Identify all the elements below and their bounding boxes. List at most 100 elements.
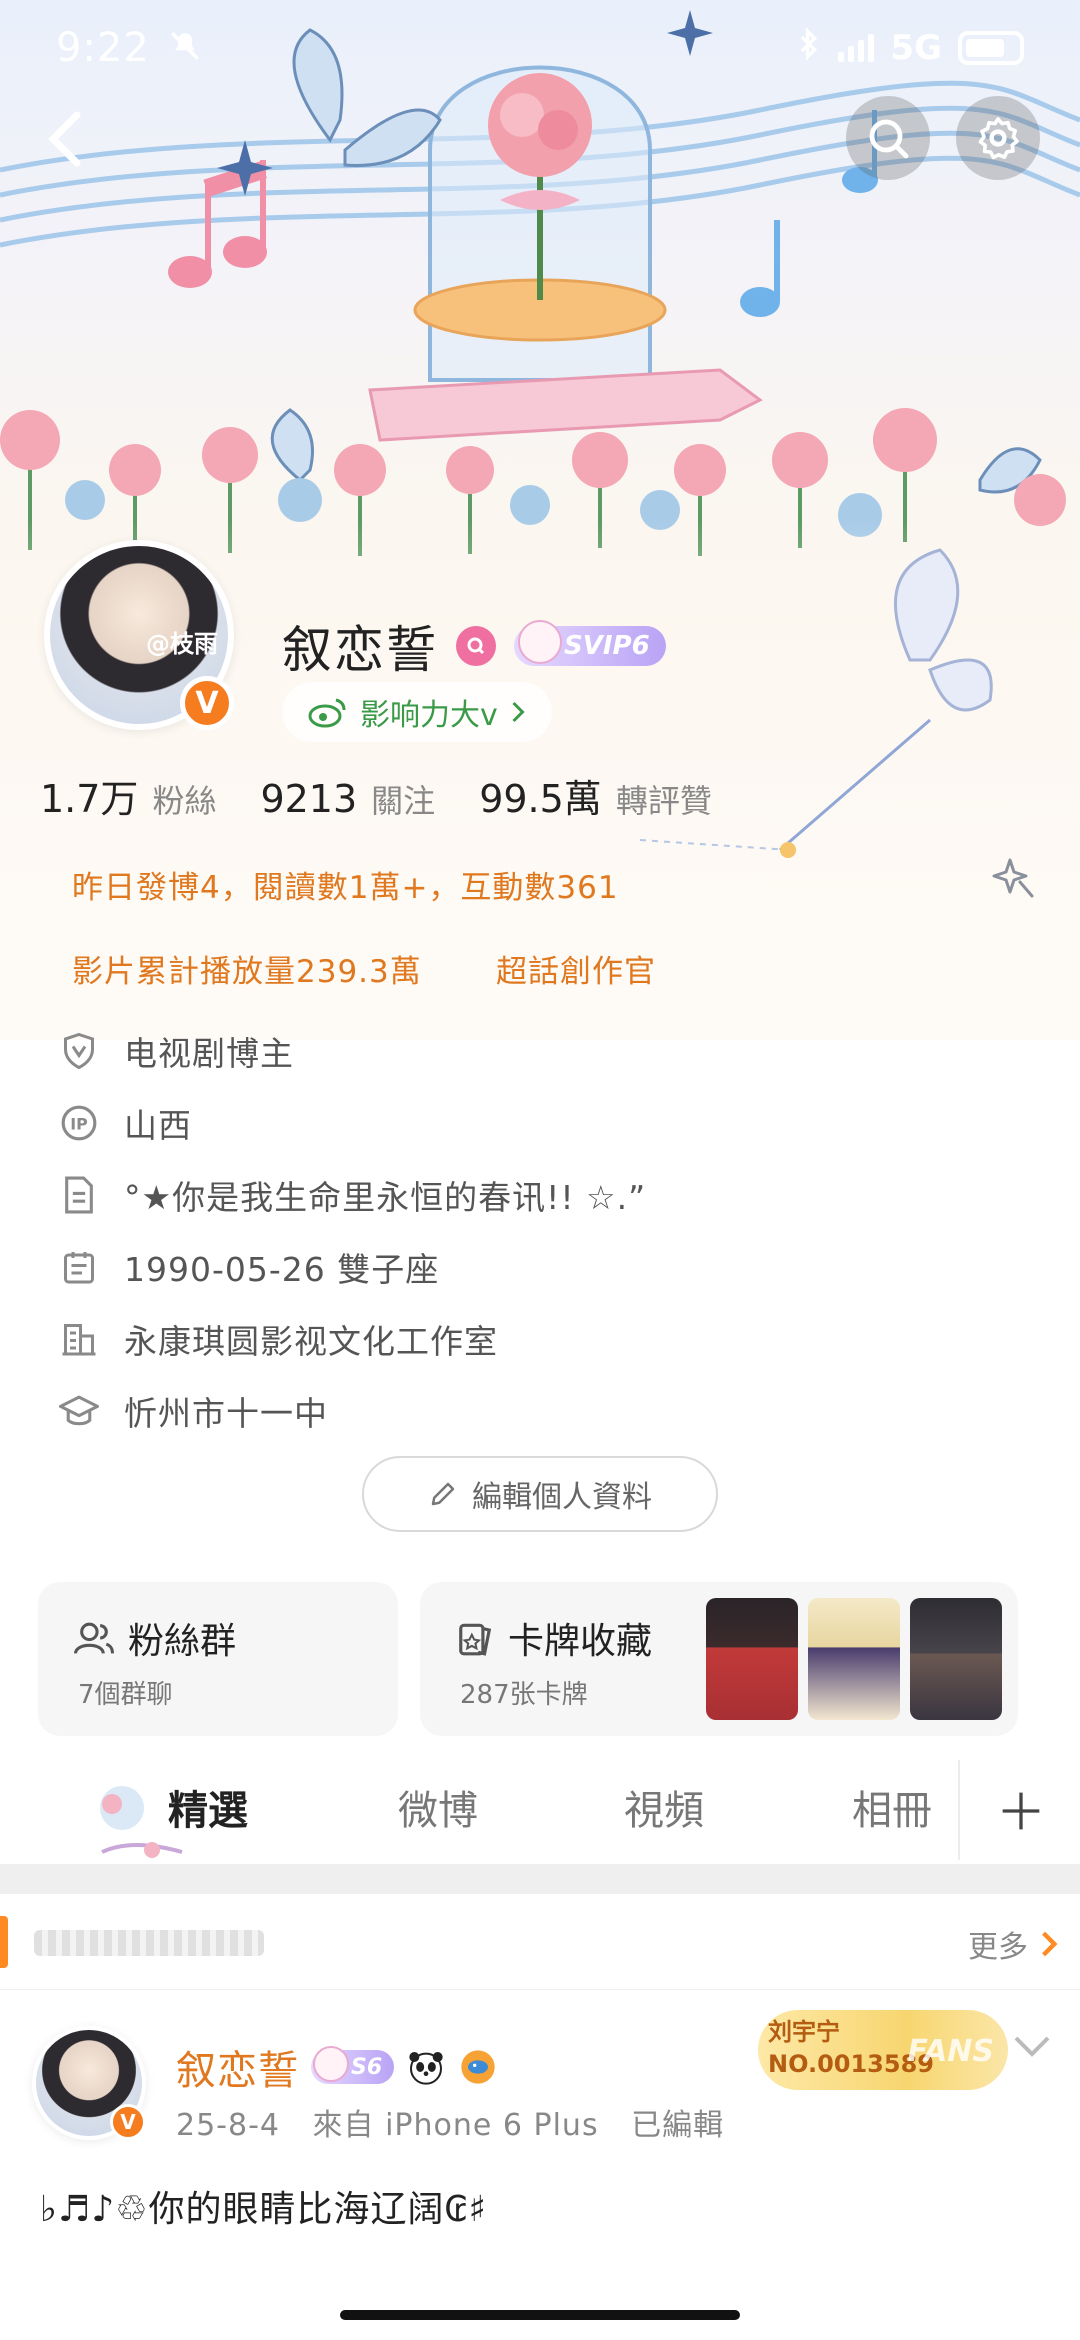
edit-profile-button[interactable]: 編輯個人資料 bbox=[362, 1456, 718, 1532]
panda-icon bbox=[406, 2047, 447, 2087]
interactions-label: 轉評贊 bbox=[615, 782, 712, 820]
search-user-icon[interactable] bbox=[456, 626, 496, 666]
interactions-count: 99.5萬 bbox=[479, 777, 602, 821]
signal-icon bbox=[838, 34, 875, 62]
building-icon bbox=[58, 1318, 100, 1360]
network-type: 5G bbox=[890, 28, 942, 68]
info-text: 1990-05-26 雙子座 bbox=[124, 1250, 440, 1289]
fan-group-title: 粉絲群 bbox=[128, 1621, 237, 1662]
content-tabs: 精選 微博 視頻 相冊 bbox=[0, 1760, 1080, 1864]
influence-badge[interactable]: 影响力大v bbox=[282, 682, 552, 742]
level-label: S6 bbox=[351, 2054, 383, 2080]
stat-following[interactable]: 9213 關注 bbox=[260, 776, 435, 822]
calendar-icon bbox=[58, 1246, 100, 1288]
tab-albums[interactable]: 相冊 bbox=[852, 1778, 932, 1836]
post-avatar[interactable]: V bbox=[32, 2026, 146, 2140]
info-row-category: 电视剧博主 bbox=[58, 1015, 1038, 1087]
card-thumbnail[interactable] bbox=[808, 1598, 900, 1720]
fan-group-title-row: 粉絲群 bbox=[74, 1612, 236, 1664]
avatar-watermark: @枝雨 bbox=[146, 630, 218, 658]
following-label: 關注 bbox=[371, 782, 436, 820]
info-row-bio: °★你是我生命里永恒的春讯!! ☆.” bbox=[58, 1159, 1038, 1231]
post-edited[interactable]: 已編輯 bbox=[631, 2108, 724, 2143]
stat-followers[interactable]: 1.7万 粉絲 bbox=[40, 768, 216, 823]
name-row: 叙恋誓 SVIP6 bbox=[282, 610, 666, 682]
svg-text:IP: IP bbox=[70, 1114, 88, 1133]
document-icon bbox=[58, 1174, 100, 1216]
back-button[interactable] bbox=[30, 104, 100, 174]
fish-badge-icon bbox=[458, 2047, 498, 2087]
info-text: 忻州市十一中 bbox=[124, 1394, 328, 1433]
gear-icon bbox=[978, 117, 1019, 160]
video-plays[interactable]: 影片累計播放量239.3萬 bbox=[72, 946, 422, 991]
super-topic-creator[interactable]: 超話創作官 bbox=[496, 946, 656, 991]
verified-v-icon: V bbox=[110, 2104, 146, 2140]
post-card[interactable]: V 叙恋誓 S6 25-8-4 來自 iPhone 6 Plus 已編輯 刘宇宁… bbox=[0, 1990, 1080, 2290]
post-author[interactable]: 叙恋誓 bbox=[176, 2038, 299, 2096]
search-button[interactable] bbox=[846, 96, 930, 180]
following-count: 9213 bbox=[260, 777, 358, 821]
post-meta: 25-8-4 來自 iPhone 6 Plus 已編輯 bbox=[176, 2100, 746, 2144]
pencil-icon bbox=[431, 1482, 455, 1506]
plus-icon bbox=[1002, 1792, 1040, 1830]
ip-icon: IP bbox=[58, 1102, 100, 1144]
post-source[interactable]: 來自 iPhone 6 Plus bbox=[313, 2108, 599, 2143]
stat-interactions[interactable]: 99.5萬 轉評贊 bbox=[479, 768, 712, 823]
blurred-title bbox=[34, 1930, 264, 1956]
fans-card-badge[interactable]: 刘宇宁 NO.0013589 FANS bbox=[758, 2010, 1008, 2090]
add-tab-button[interactable] bbox=[988, 1778, 1054, 1844]
home-indicator[interactable] bbox=[340, 2310, 740, 2320]
info-text: 永康琪圆影视文化工作室 bbox=[124, 1322, 498, 1361]
graduation-cap-icon bbox=[58, 1390, 100, 1432]
mute-bell-icon bbox=[168, 29, 202, 67]
pinned-accent bbox=[0, 1916, 8, 1968]
fan-group-card[interactable]: 粉絲群 7個群聊 bbox=[38, 1582, 398, 1736]
bluetooth-icon bbox=[796, 26, 822, 70]
status-bar: 9:22 5G bbox=[0, 0, 1080, 96]
profile-avatar[interactable]: @枝雨 V bbox=[44, 540, 234, 730]
info-row-ip: IP 山西 bbox=[58, 1087, 1038, 1159]
fan-group-subtitle: 7個群聊 bbox=[78, 1680, 173, 1710]
followers-count: 1.7万 bbox=[40, 777, 139, 821]
profile-page: 9:22 5G @枝雨 V 叙恋誓 SVIP6 影响力大v 1.7万 粉絲 92… bbox=[0, 0, 1080, 2340]
svip-level-badge[interactable]: S6 bbox=[311, 2046, 395, 2084]
card-thumbnail[interactable] bbox=[706, 1598, 798, 1720]
chevron-right-icon bbox=[512, 701, 525, 723]
followers-label: 粉絲 bbox=[152, 782, 217, 820]
chevron-down-icon bbox=[1014, 2036, 1050, 2057]
more-link[interactable]: 更多 bbox=[968, 1922, 1058, 1966]
post-menu-button[interactable] bbox=[1012, 2034, 1052, 2074]
info-row-company: 永康琪圆影视文化工作室 bbox=[58, 1303, 1038, 1375]
section-separator bbox=[0, 1864, 1080, 1894]
yesterday-activity[interactable]: 昨日發博4，閱讀數1萬+，互動數361 bbox=[72, 862, 619, 907]
sparkle-icon[interactable] bbox=[990, 852, 1040, 902]
more-label: 更多 bbox=[968, 1930, 1028, 1965]
status-time: 9:22 bbox=[56, 25, 150, 71]
post-text[interactable]: ♭♬♪♲你的眼睛比海辽阔₢♯ bbox=[40, 2180, 487, 2232]
card-collection-card[interactable]: 卡牌收藏 287张卡牌 bbox=[420, 1582, 1018, 1736]
influence-label: 影响力大v bbox=[360, 698, 498, 733]
info-text: 山西 bbox=[124, 1106, 192, 1145]
card-thumbnail[interactable] bbox=[910, 1598, 1002, 1720]
tab-featured[interactable]: 精選 bbox=[168, 1778, 248, 1836]
svip-mascot-icon bbox=[313, 2046, 349, 2082]
edit-profile-label: 編輯個人資料 bbox=[472, 1480, 652, 1515]
tab-videos[interactable]: 視頻 bbox=[624, 1778, 704, 1836]
pinned-row[interactable]: 更多 bbox=[0, 1894, 1080, 1990]
group-icon bbox=[74, 1622, 114, 1654]
svip-badge[interactable]: SVIP6 bbox=[514, 620, 666, 666]
info-text: 电视剧博主 bbox=[124, 1034, 294, 1073]
svip-label: SVIP6 bbox=[564, 631, 650, 661]
card-collection-title: 卡牌收藏 bbox=[508, 1621, 653, 1662]
user-name: 叙恋誓 bbox=[282, 621, 438, 679]
profile-info-list: 电视剧博主 IP 山西 °★你是我生命里永恒的春讯!! ☆.” 1990-05-… bbox=[58, 1015, 1038, 1447]
back-chevron-icon bbox=[48, 111, 81, 167]
settings-button[interactable] bbox=[956, 96, 1040, 180]
post-date: 25-8-4 bbox=[176, 2108, 280, 2143]
post-author-row: 叙恋誓 S6 bbox=[176, 2038, 498, 2096]
card-deck-icon bbox=[459, 1623, 492, 1656]
tab-weibo[interactable]: 微博 bbox=[398, 1778, 478, 1836]
tab-divider bbox=[958, 1760, 960, 1860]
verified-v-icon: V bbox=[180, 676, 234, 730]
info-row-school: 忻州市十一中 bbox=[58, 1375, 1038, 1447]
